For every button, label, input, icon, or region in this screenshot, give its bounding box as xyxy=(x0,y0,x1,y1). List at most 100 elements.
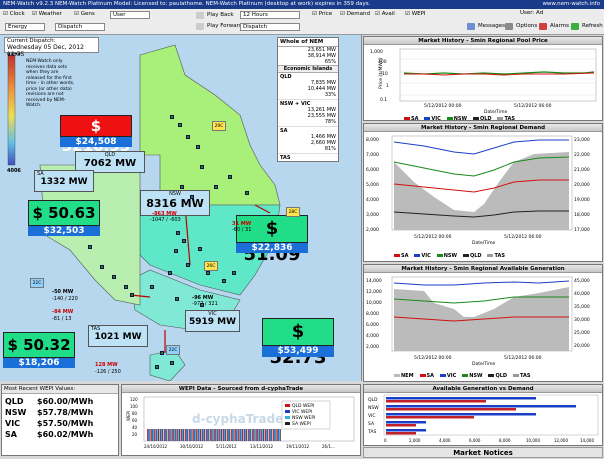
legend-item[interactable]: VIC xyxy=(439,373,456,379)
legend-item[interactable]: NSW xyxy=(436,253,457,259)
generator-marker[interactable] xyxy=(200,303,204,307)
generator-marker[interactable] xyxy=(190,195,194,199)
demand-y2tick: 23,000 xyxy=(574,137,590,143)
user-select[interactable]: User xyxy=(110,11,150,19)
tas-demand-box[interactable]: TAS 1021 MW xyxy=(88,325,148,347)
scale-bottom: 4006 xyxy=(7,168,21,174)
generator-marker[interactable] xyxy=(245,191,249,195)
legend-label: QLD xyxy=(495,373,508,379)
generator-marker[interactable] xyxy=(168,271,172,275)
options-button[interactable]: Options xyxy=(504,21,537,32)
qld-demand-value-box[interactable]: $24,508 xyxy=(60,137,132,147)
site-url[interactable]: www.nem-watch.info xyxy=(542,0,600,9)
legend-item[interactable]: NEM xyxy=(394,373,414,379)
play-forward-button[interactable]: Play Forward xyxy=(195,21,242,32)
generator-marker[interactable] xyxy=(176,231,180,235)
generator-marker[interactable] xyxy=(100,265,104,269)
tab-demand[interactable]: ☑ Demand xyxy=(340,11,370,18)
legend-item[interactable]: TAS xyxy=(487,253,505,259)
generator-marker[interactable] xyxy=(130,293,134,297)
demand-ytick: 6,000 xyxy=(366,167,379,173)
sa-demand-box[interactable]: SA 1332 MW xyxy=(34,170,94,192)
wepi-bar xyxy=(233,429,235,441)
energy-select[interactable]: Energy xyxy=(5,23,45,31)
dispatch-select-2[interactable]: Dispatch xyxy=(240,23,300,31)
generator-marker[interactable] xyxy=(88,245,92,249)
generator-marker[interactable] xyxy=(174,249,178,253)
generator-marker[interactable] xyxy=(182,239,186,243)
generator-marker[interactable] xyxy=(170,115,174,119)
generator-marker[interactable] xyxy=(124,285,128,289)
alarms-button[interactable]: Alarms xyxy=(538,21,569,32)
messages-button[interactable]: Messages xyxy=(466,21,505,32)
legend-item[interactable]: QLD xyxy=(472,116,492,120)
generator-marker[interactable] xyxy=(228,175,232,179)
market-notices-bar[interactable]: Market Notices xyxy=(363,447,603,458)
generator-marker[interactable] xyxy=(150,285,154,289)
weather-melbourne[interactable]: 22C xyxy=(166,345,180,355)
murraylink-flow[interactable]: -84 MW xyxy=(52,309,73,315)
generator-marker[interactable] xyxy=(175,297,179,301)
generator-marker[interactable] xyxy=(214,185,218,189)
dispatch-select[interactable]: Dispatch xyxy=(55,23,105,31)
weather-brisbane[interactable]: 28C xyxy=(286,207,300,217)
tas-demand-value-box[interactable]: $18,206 xyxy=(3,358,75,368)
generator-marker[interactable] xyxy=(222,279,226,283)
refresh-button[interactable]: Refresh xyxy=(570,21,603,32)
weather-rockhampton[interactable]: 29C xyxy=(212,121,226,131)
clock-checkbox[interactable]: ☑ Clock xyxy=(3,11,25,18)
generator-marker[interactable] xyxy=(170,361,174,365)
tab-price[interactable]: ☑ Price xyxy=(312,11,332,18)
vic-price-box[interactable]: $ 52.73 xyxy=(262,318,334,368)
legend-item[interactable]: NSW xyxy=(462,373,483,379)
legend-item[interactable]: SA xyxy=(394,253,408,259)
legend-item[interactable]: SA xyxy=(419,373,434,379)
generator-marker[interactable] xyxy=(178,123,182,127)
wepi-bar xyxy=(210,429,211,441)
basslink-flow[interactable]: 128 MW xyxy=(95,362,118,368)
legend-item[interactable]: QLD xyxy=(462,253,482,259)
legend-item[interactable]: TAS xyxy=(497,116,515,120)
legend-item[interactable]: VIC xyxy=(424,116,441,120)
nsw-demand-value-box[interactable]: $22,836 xyxy=(236,243,308,253)
tab-wepi[interactable]: ☑ WEPI xyxy=(405,11,426,18)
vic-nsw-limits: -977 / 321 xyxy=(192,301,218,307)
generator-marker[interactable] xyxy=(198,247,202,251)
legend-item[interactable]: TAS xyxy=(512,373,530,379)
island-row: NSW + VIC 13,261 MW 23,555 MW 78% xyxy=(278,100,338,127)
generator-marker[interactable] xyxy=(160,351,164,355)
generator-marker[interactable] xyxy=(186,263,190,267)
generator-marker[interactable] xyxy=(180,185,184,189)
generator-marker[interactable] xyxy=(196,145,200,149)
user-ad-label: User: Ad xyxy=(520,10,544,16)
weather-adelaide[interactable]: 22C xyxy=(30,278,44,288)
whole-nem-table: 23,651 MW 38,914 MW 65% xyxy=(278,47,338,65)
vic-demand-box[interactable]: VIC 5919 MW xyxy=(185,310,240,332)
legend-item[interactable]: SA xyxy=(404,116,418,120)
wepi-legend-label: VIC WEPI xyxy=(292,409,312,415)
generator-marker[interactable] xyxy=(232,271,236,275)
generator-marker[interactable] xyxy=(206,271,210,275)
tas-price-box[interactable]: $ 50.32 xyxy=(3,332,75,358)
demand-xlabel: Date/Time xyxy=(472,240,496,246)
generator-marker[interactable] xyxy=(112,275,116,279)
sa-price-box[interactable]: $ 50.63 xyxy=(28,200,100,226)
generator-marker[interactable] xyxy=(200,165,204,169)
play-back-button[interactable]: Play Back xyxy=(195,10,234,21)
generator-marker[interactable] xyxy=(186,135,190,139)
weather-checkbox[interactable]: ☑ Weather xyxy=(32,11,62,18)
sa-demand-value-box[interactable]: $32,503 xyxy=(28,226,100,236)
heywood-flow[interactable]: -50 MW xyxy=(52,289,73,295)
hours-select[interactable]: 12 Hours xyxy=(240,11,300,19)
generator-marker[interactable] xyxy=(155,365,159,369)
vic-demand-value-box[interactable]: $53,499 xyxy=(262,346,334,357)
legend-item[interactable]: NSW xyxy=(446,116,467,120)
wepi-bar xyxy=(151,429,152,441)
qld-region-shape[interactable] xyxy=(139,44,281,206)
gens-checkbox[interactable]: ☑ Gens xyxy=(74,11,95,18)
qld-price-box[interactable]: $ 3210.95 xyxy=(60,115,132,155)
weather-sydney[interactable]: 26C xyxy=(204,261,218,271)
legend-item[interactable]: VIC xyxy=(414,253,431,259)
legend-item[interactable]: QLD xyxy=(488,373,507,379)
tab-avail[interactable]: ☑ Avail xyxy=(375,11,395,18)
